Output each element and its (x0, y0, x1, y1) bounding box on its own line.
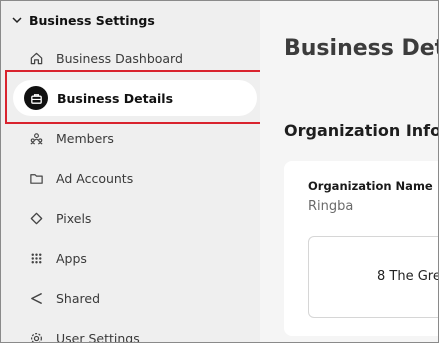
share-icon (25, 287, 47, 309)
address-text: 8 The Green (377, 269, 438, 284)
sidebar-item-label: Apps (56, 250, 87, 266)
chevron-down-icon (12, 17, 22, 24)
sidebar-item-shared[interactable]: Shared (13, 280, 257, 316)
page-title: Business Details (284, 36, 438, 61)
sidebar-item-label: Pixels (56, 210, 92, 226)
diamond-icon (25, 207, 47, 229)
sidebar-item-label: User Settings (56, 330, 140, 343)
sidebar-item-label: Business Details (57, 90, 174, 106)
address-box[interactable]: 8 The Green (308, 236, 438, 318)
sidebar-item-label: Ad Accounts (56, 170, 134, 186)
briefcase-icon (24, 86, 48, 110)
sidebar-item-business-details[interactable]: Business Details (13, 80, 257, 116)
sidebar-item-label: Shared (56, 290, 101, 306)
folder-icon (25, 167, 47, 189)
sidebar-item-business-dashboard[interactable]: Business Dashboard (13, 40, 257, 76)
home-icon (25, 47, 47, 69)
members-icon (25, 127, 47, 149)
sidebar-item-members[interactable]: Members (13, 120, 257, 156)
sidebar-item-pixels[interactable]: Pixels (13, 200, 257, 236)
gear-icon (25, 327, 47, 342)
grid-icon (25, 247, 47, 269)
sidebar-header-label: Business Settings (29, 12, 155, 28)
app-window: Business Settings Business Dashboard Bus… (0, 0, 439, 343)
sidebar: Business Settings Business Dashboard Bus… (1, 1, 260, 343)
sidebar-item-user-settings[interactable]: User Settings (13, 320, 257, 343)
sidebar-item-apps[interactable]: Apps (13, 240, 257, 276)
section-title: Organization Information (284, 121, 438, 140)
main-content: Business Details Organization Informatio… (260, 1, 438, 342)
org-name-value: Ringba (308, 199, 354, 214)
sidebar-item-label: Business Dashboard (56, 50, 183, 66)
sidebar-item-label: Members (56, 130, 114, 146)
org-name-label: Organization Name (308, 179, 433, 193)
organization-card: Organization Name Ringba 8 The Green (284, 161, 438, 336)
business-settings-header[interactable]: Business Settings (11, 11, 155, 29)
sidebar-item-ad-accounts[interactable]: Ad Accounts (13, 160, 257, 196)
